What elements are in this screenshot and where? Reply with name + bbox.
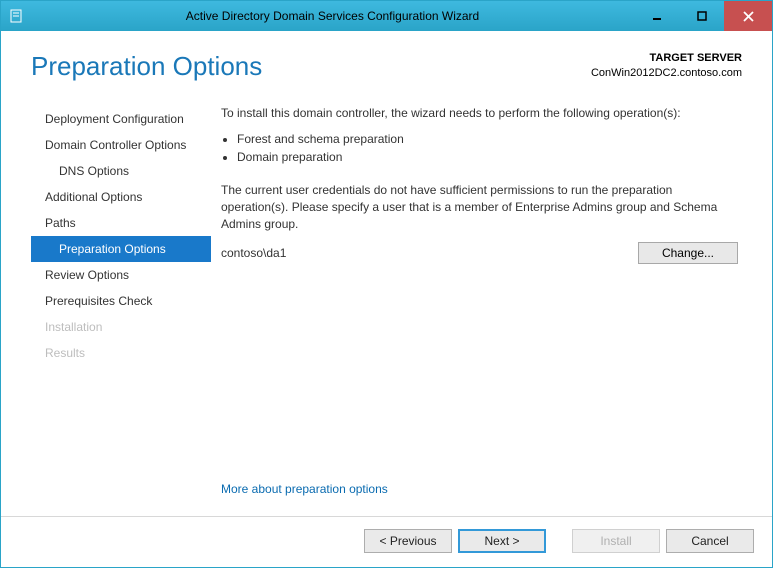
install-button: Install xyxy=(572,529,660,553)
nav-step-3[interactable]: Additional Options xyxy=(31,184,211,210)
maximize-button[interactable] xyxy=(679,1,724,31)
titlebar: Active Directory Domain Services Configu… xyxy=(1,1,772,31)
header-row: Preparation Options TARGET SERVER ConWin… xyxy=(1,31,772,90)
nav-step-7[interactable]: Prerequisites Check xyxy=(31,288,211,314)
more-info-link[interactable]: More about preparation options xyxy=(221,470,738,516)
close-button[interactable] xyxy=(724,1,772,31)
cancel-button[interactable]: Cancel xyxy=(666,529,754,553)
wizard-content: Preparation Options TARGET SERVER ConWin… xyxy=(1,31,772,567)
nav-step-0[interactable]: Deployment Configuration xyxy=(31,106,211,132)
nav-step-8: Installation xyxy=(31,314,211,340)
step-nav: Deployment ConfigurationDomain Controlle… xyxy=(31,100,211,516)
credentials-user: contoso\da1 xyxy=(221,246,638,260)
app-icon xyxy=(1,1,31,31)
nav-step-5[interactable]: Preparation Options xyxy=(31,236,211,262)
main-panel: To install this domain controller, the w… xyxy=(211,100,742,516)
target-server-value: ConWin2012DC2.contoso.com xyxy=(591,66,742,81)
target-server-box: TARGET SERVER ConWin2012DC2.contoso.com xyxy=(591,51,742,82)
operation-item-0: Forest and schema preparation xyxy=(237,132,738,146)
footer-buttons: < Previous Next > Install Cancel xyxy=(1,516,772,567)
nav-step-4[interactable]: Paths xyxy=(31,210,211,236)
credentials-note: The current user credentials do not have… xyxy=(221,182,738,232)
body-row: Deployment ConfigurationDomain Controlle… xyxy=(1,90,772,516)
intro-text: To install this domain controller, the w… xyxy=(221,106,738,120)
operation-list: Forest and schema preparation Domain prep… xyxy=(221,128,738,168)
window-title: Active Directory Domain Services Configu… xyxy=(31,1,634,31)
nav-step-6[interactable]: Review Options xyxy=(31,262,211,288)
next-button[interactable]: Next > xyxy=(458,529,546,553)
window-controls xyxy=(634,1,772,31)
previous-button[interactable]: < Previous xyxy=(364,529,452,553)
target-server-label: TARGET SERVER xyxy=(591,51,742,66)
change-credentials-button[interactable]: Change... xyxy=(638,242,738,264)
nav-step-9: Results xyxy=(31,340,211,366)
credentials-row: contoso\da1 Change... xyxy=(221,242,738,264)
nav-step-1[interactable]: Domain Controller Options xyxy=(31,132,211,158)
nav-step-2[interactable]: DNS Options xyxy=(31,158,211,184)
minimize-button[interactable] xyxy=(634,1,679,31)
page-heading: Preparation Options xyxy=(31,51,591,82)
operation-item-1: Domain preparation xyxy=(237,150,738,164)
